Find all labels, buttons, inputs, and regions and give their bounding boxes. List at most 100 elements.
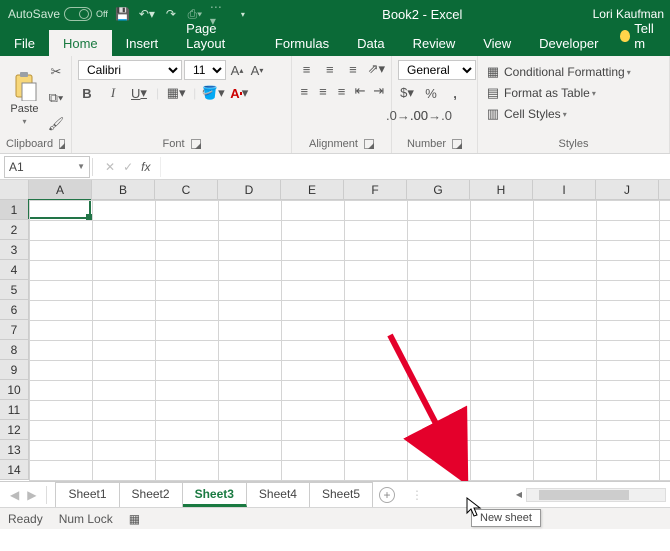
accounting-format-icon[interactable]: $▾: [398, 84, 416, 102]
name-box-value: A1: [9, 160, 24, 174]
select-all-corner[interactable]: [0, 180, 29, 200]
font-size-select[interactable]: 11: [184, 60, 226, 80]
row-header[interactable]: 13: [0, 440, 28, 460]
sheet-nav-first-icon[interactable]: ◀: [10, 488, 19, 502]
column-header[interactable]: A: [29, 180, 92, 199]
align-bottom-icon[interactable]: ≡: [344, 60, 361, 78]
enter-formula-icon[interactable]: ✓: [123, 160, 133, 174]
row-header[interactable]: 3: [0, 240, 28, 260]
tab-view[interactable]: View: [469, 30, 525, 56]
sheet-tab[interactable]: Sheet5: [310, 482, 373, 507]
fx-icon[interactable]: fx: [141, 160, 150, 174]
column-header[interactable]: B: [92, 180, 155, 199]
macro-record-icon[interactable]: ▦: [129, 512, 140, 526]
horizontal-scrollbar[interactable]: [526, 488, 666, 502]
align-left-icon[interactable]: ≡: [298, 82, 311, 100]
row-headers[interactable]: 1234567891011121314: [0, 200, 29, 480]
decrease-font-icon[interactable]: A▾: [248, 61, 266, 79]
active-cell[interactable]: [28, 199, 91, 219]
align-middle-icon[interactable]: ≡: [321, 60, 338, 78]
scroll-left-icon[interactable]: ◀: [516, 490, 522, 499]
font-family-select[interactable]: Calibri: [78, 60, 182, 80]
increase-indent-icon[interactable]: ⇥: [372, 82, 385, 100]
column-header[interactable]: C: [155, 180, 218, 199]
bold-button[interactable]: B: [78, 84, 96, 102]
decrease-indent-icon[interactable]: ⇤: [354, 82, 367, 100]
name-box[interactable]: A1 ▼: [4, 156, 90, 178]
conditional-formatting-button[interactable]: ▦Conditional Formatting▾: [484, 63, 663, 81]
sheet-tab[interactable]: Sheet2: [120, 482, 183, 507]
new-sheet-button[interactable]: +: [373, 487, 401, 503]
align-top-icon[interactable]: ≡: [298, 60, 315, 78]
row-header[interactable]: 1: [0, 200, 28, 220]
number-format-select[interactable]: General: [398, 60, 476, 80]
tell-me[interactable]: Tell m: [612, 15, 670, 56]
row-header[interactable]: 14: [0, 460, 28, 480]
column-header[interactable]: D: [218, 180, 281, 199]
bulb-icon: [620, 30, 630, 42]
increase-font-icon[interactable]: A▴: [228, 61, 246, 79]
column-header[interactable]: F: [344, 180, 407, 199]
tab-formulas[interactable]: Formulas: [261, 30, 343, 56]
sheet-tab[interactable]: Sheet3: [183, 482, 247, 507]
save-icon[interactable]: 💾: [114, 5, 132, 23]
formula-input[interactable]: [160, 157, 670, 177]
fill-color-icon[interactable]: 🪣▾: [204, 84, 222, 102]
tab-file[interactable]: File: [0, 30, 49, 56]
italic-button[interactable]: I: [104, 84, 122, 102]
row-header[interactable]: 12: [0, 420, 28, 440]
borders-icon[interactable]: ▦▾: [167, 84, 185, 102]
format-painter-icon[interactable]: 🖌: [47, 115, 65, 133]
orientation-icon[interactable]: ⇗▾: [368, 60, 385, 78]
row-header[interactable]: 10: [0, 380, 28, 400]
tab-review[interactable]: Review: [399, 30, 470, 56]
row-header[interactable]: 7: [0, 320, 28, 340]
row-header[interactable]: 4: [0, 260, 28, 280]
cut-icon[interactable]: ✂: [47, 63, 65, 81]
row-header[interactable]: 6: [0, 300, 28, 320]
sheet-tabs: Sheet1Sheet2Sheet3Sheet4Sheet5: [55, 482, 373, 507]
comma-format-icon[interactable]: ,: [446, 84, 464, 102]
cell-styles-button[interactable]: ▥Cell Styles▾: [484, 105, 663, 123]
column-headers[interactable]: ABCDEFGHIJ: [29, 180, 670, 200]
font-launcher[interactable]: [191, 139, 201, 149]
row-header[interactable]: 2: [0, 220, 28, 240]
customize-qat-icon[interactable]: ⋯▾: [210, 5, 228, 23]
row-header[interactable]: 5: [0, 280, 28, 300]
copy-icon[interactable]: ⧉▾: [47, 89, 65, 107]
column-header[interactable]: H: [470, 180, 533, 199]
tab-home[interactable]: Home: [49, 30, 112, 56]
sheet-tab-bar: ◀ ▶ Sheet1Sheet2Sheet3Sheet4Sheet5 + ⋮ ◀: [0, 481, 670, 507]
percent-format-icon[interactable]: %: [422, 84, 440, 102]
tab-developer[interactable]: Developer: [525, 30, 612, 56]
underline-button[interactable]: U▾: [130, 84, 148, 102]
sheet-nav-last-icon[interactable]: ▶: [27, 488, 36, 502]
undo-icon[interactable]: ↶▾: [138, 5, 156, 23]
row-header[interactable]: 11: [0, 400, 28, 420]
group-number: General $▾ % , .0→.00 .00→.0 Number: [392, 56, 478, 153]
cancel-formula-icon[interactable]: ✕: [105, 160, 115, 174]
decrease-decimal-icon[interactable]: .00→.0: [422, 106, 440, 124]
sheet-tab[interactable]: Sheet4: [247, 482, 310, 507]
align-right-icon[interactable]: ≡: [335, 82, 348, 100]
column-header[interactable]: J: [596, 180, 659, 199]
quick-print-icon[interactable]: ⎙▾: [186, 5, 204, 23]
sheet-tab[interactable]: Sheet1: [55, 482, 119, 507]
tab-insert[interactable]: Insert: [112, 30, 173, 56]
format-as-table-button[interactable]: ▤Format as Table▾: [484, 84, 663, 102]
spreadsheet-grid[interactable]: ABCDEFGHIJ 1234567891011121314: [0, 180, 670, 481]
column-header[interactable]: I: [533, 180, 596, 199]
column-header[interactable]: E: [281, 180, 344, 199]
row-header[interactable]: 9: [0, 360, 28, 380]
clipboard-launcher[interactable]: [59, 139, 65, 149]
autosave-toggle[interactable]: AutoSave Off: [8, 7, 108, 21]
cells-area[interactable]: [29, 200, 670, 481]
alignment-launcher[interactable]: [364, 139, 374, 149]
align-center-icon[interactable]: ≡: [317, 82, 330, 100]
tab-data[interactable]: Data: [343, 30, 398, 56]
number-launcher[interactable]: [452, 139, 462, 149]
column-header[interactable]: G: [407, 180, 470, 199]
paste-button[interactable]: Paste ▾: [6, 60, 43, 136]
font-color-icon[interactable]: A▾: [230, 84, 248, 102]
row-header[interactable]: 8: [0, 340, 28, 360]
